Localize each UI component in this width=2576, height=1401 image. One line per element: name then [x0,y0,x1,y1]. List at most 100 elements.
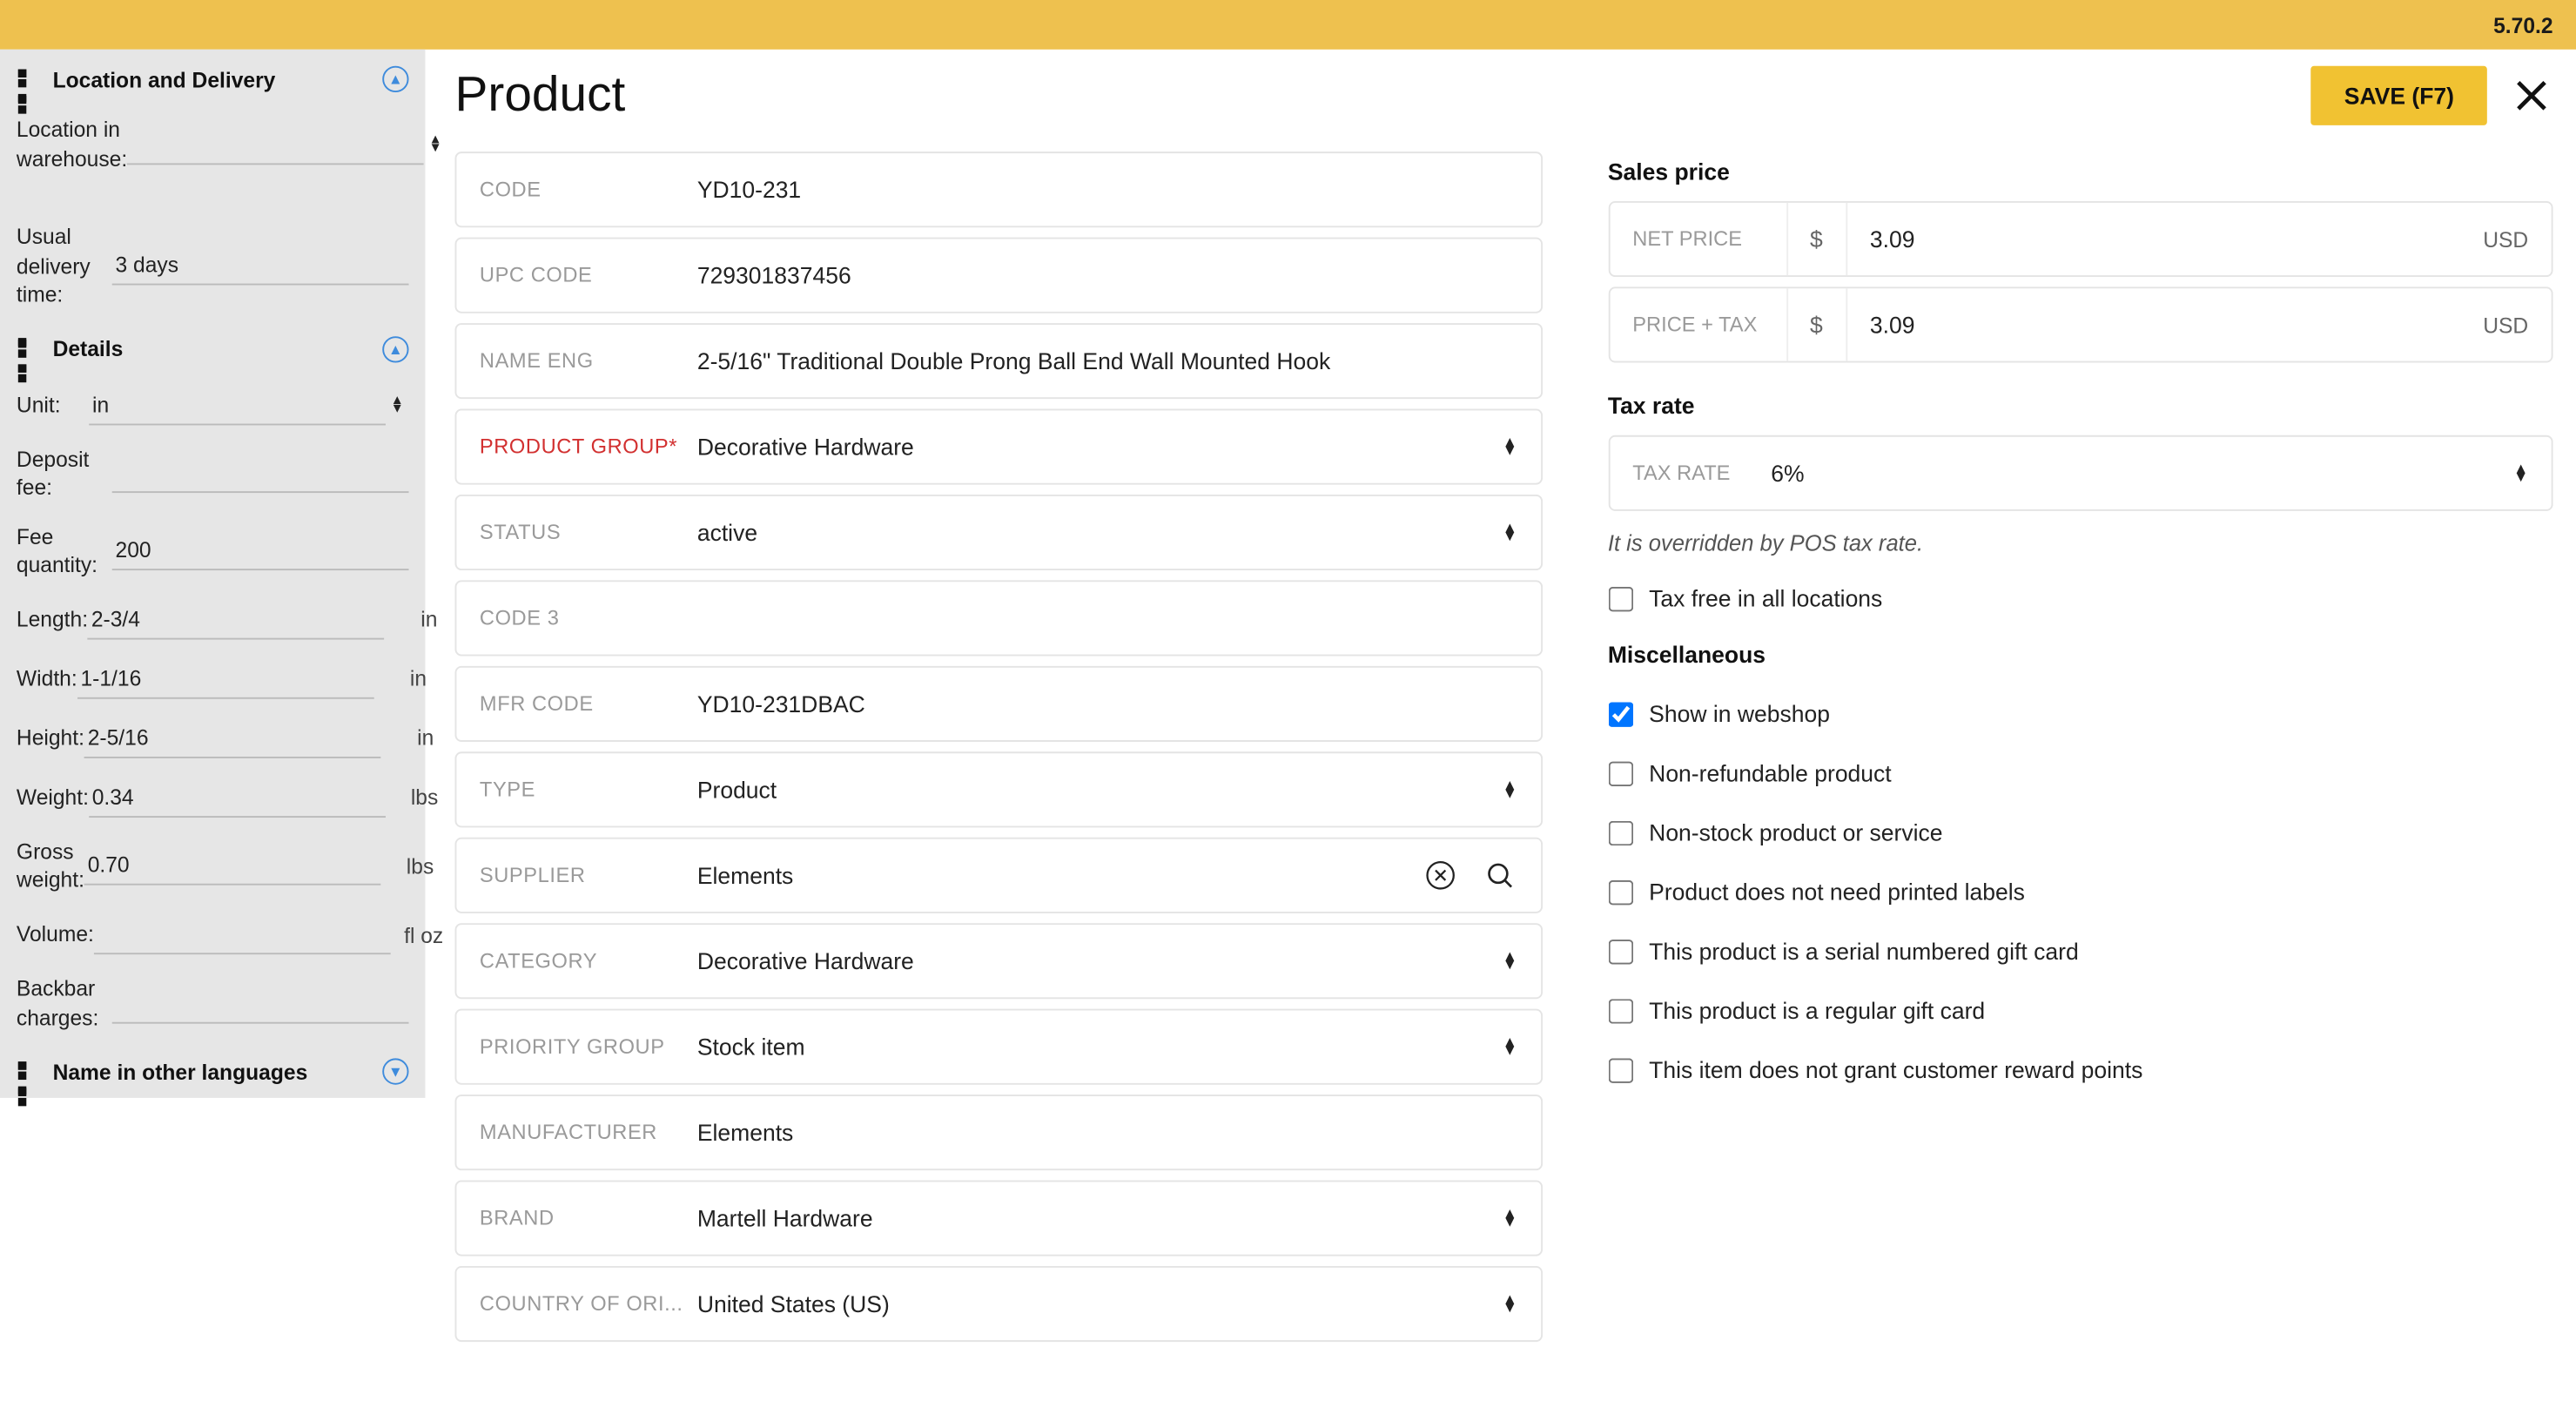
country-select[interactable] [697,1281,1503,1327]
backbar-input[interactable] [112,983,409,1022]
height-input[interactable] [84,718,381,758]
checkbox-label: Non-stock product or service [1649,819,1942,845]
price-tax-input[interactable] [1846,301,2483,347]
dropdown-caret-icon[interactable] [1503,1295,1517,1312]
close-button[interactable] [2510,74,2552,117]
regular-gift-checkbox-row[interactable]: This product is a regular gift card [1608,997,2553,1023]
serial-gift-checkbox[interactable] [1608,939,1632,963]
type-select[interactable] [697,766,1503,812]
location-input[interactable] [127,125,424,164]
no-reward-checkbox-row[interactable]: This item does not grant customer reward… [1608,1057,2553,1083]
length-input[interactable] [88,600,385,639]
checkbox-label: Tax free in all locations [1649,585,1882,611]
no-labels-checkbox-row[interactable]: Product does not need printed labels [1608,879,2553,905]
regular-gift-checkbox[interactable] [1608,998,1632,1022]
dropdown-caret-icon[interactable] [1503,953,1517,970]
dropdown-caret-icon[interactable] [1503,1038,1517,1055]
upc-input[interactable] [697,253,1517,299]
code3-label: CODE 3 [480,607,697,630]
checkbox-label: Show in webshop [1649,701,1830,727]
currency-suffix: USD [2483,226,2551,251]
non-stock-checkbox-row[interactable]: Non-stock product or service [1608,819,2553,845]
non-stock-checkbox[interactable] [1608,820,1632,845]
section-location-delivery[interactable]: Location and Delivery ▲ [0,50,425,105]
show-webshop-checkbox[interactable] [1608,702,1632,726]
name-input[interactable] [697,338,1517,384]
section-other-languages[interactable]: Name in other languages ▼ [0,1042,425,1098]
grid-icon [17,68,40,91]
mfr-input[interactable] [697,681,1517,727]
net-price-input[interactable] [1846,216,2483,262]
serial-gift-checkbox-row[interactable]: This product is a serial numbered gift c… [1608,938,2553,964]
status-select[interactable] [697,509,1503,556]
gross-input[interactable] [84,846,381,886]
checkbox-label: This product is a serial numbered gift c… [1649,938,2079,964]
deposit-label: Deposit fee: [17,445,112,502]
checkbox-label: This item does not grant customer reward… [1649,1057,2142,1083]
misc-title: Miscellaneous [1608,641,2553,667]
product-group-select[interactable] [697,424,1503,470]
mfr-label: MFR CODE [480,692,697,716]
tax-rate-label: TAX RATE [1632,461,1771,485]
collapse-down-icon[interactable]: ▼ [382,1059,408,1085]
tax-free-checkbox[interactable] [1608,586,1632,610]
search-button[interactable] [1481,857,1517,893]
search-icon [1484,860,1514,890]
manufacturer-input[interactable] [697,1109,1517,1155]
dropdown-caret-icon[interactable] [1503,523,1517,541]
manufacturer-label: MANUFACTURER [480,1121,697,1144]
brand-select[interactable] [697,1196,1503,1242]
code3-input[interactable] [697,595,1517,641]
status-label: STATUS [480,521,697,544]
version-bar: 5.70.2 [0,0,2576,50]
category-select[interactable] [697,938,1503,984]
deposit-input[interactable] [112,454,409,493]
non-refundable-checkbox[interactable] [1608,761,1632,785]
volume-label: Volume: [17,920,94,949]
section-title: Details [53,337,124,361]
location-label: Location in warehouse: [17,116,127,173]
no-labels-checkbox[interactable] [1608,879,1632,904]
main-panel: Product SAVE (F7) CODE UPC CODE NAME ENG… [425,50,2576,1401]
checkbox-label: Product does not need printed labels [1649,879,2025,905]
delivery-input[interactable] [112,246,409,286]
fee-qty-input[interactable] [112,531,409,570]
collapse-up-icon[interactable]: ▲ [382,66,408,92]
dropdown-caret-icon[interactable] [2513,464,2528,482]
sales-price-title: Sales price [1608,158,2553,185]
close-icon [2513,77,2550,114]
length-label: Length: [17,605,88,634]
brand-label: BRAND [480,1207,697,1230]
clear-button[interactable] [1422,857,1458,893]
price-tax-label: PRICE + TAX [1610,288,1787,360]
backbar-label: Backbar charges: [17,974,112,1032]
unit-suffix: in [373,667,427,691]
currency-suffix: USD [2483,313,2551,337]
save-button[interactable]: SAVE (F7) [2311,66,2487,125]
net-price-label: NET PRICE [1610,203,1787,275]
non-refundable-checkbox-row[interactable]: Non-refundable product [1608,760,2553,786]
no-reward-checkbox[interactable] [1608,1057,1632,1081]
collapse-up-icon[interactable]: ▲ [382,336,408,362]
section-details[interactable]: Details ▲ [0,320,425,375]
tax-free-checkbox-row[interactable]: Tax free in all locations [1608,585,2553,611]
unit-input[interactable] [89,386,386,425]
weight-input[interactable] [89,778,386,817]
grid-icon [17,1061,40,1084]
priority-select[interactable] [697,1024,1503,1070]
show-webshop-checkbox-row[interactable]: Show in webshop [1608,701,2553,727]
dropdown-caret-icon[interactable] [1503,1209,1517,1227]
width-input[interactable] [77,659,374,698]
dropdown-caret-icon[interactable] [1503,438,1517,455]
delivery-label: Usual delivery time: [17,223,112,310]
volume-input[interactable] [94,915,391,954]
supplier-input[interactable] [697,852,1422,899]
dropdown-caret-icon[interactable] [1503,781,1517,798]
fee-qty-label: Fee quantity: [17,522,112,580]
tax-rate-title: Tax rate [1608,393,2553,419]
type-label: TYPE [480,778,697,802]
tax-override-note: It is overridden by POS tax rate. [1608,531,2553,556]
dropdown-caret-icon[interactable] [386,397,409,413]
code-input[interactable] [697,166,1517,212]
page-title: Product [455,68,626,124]
